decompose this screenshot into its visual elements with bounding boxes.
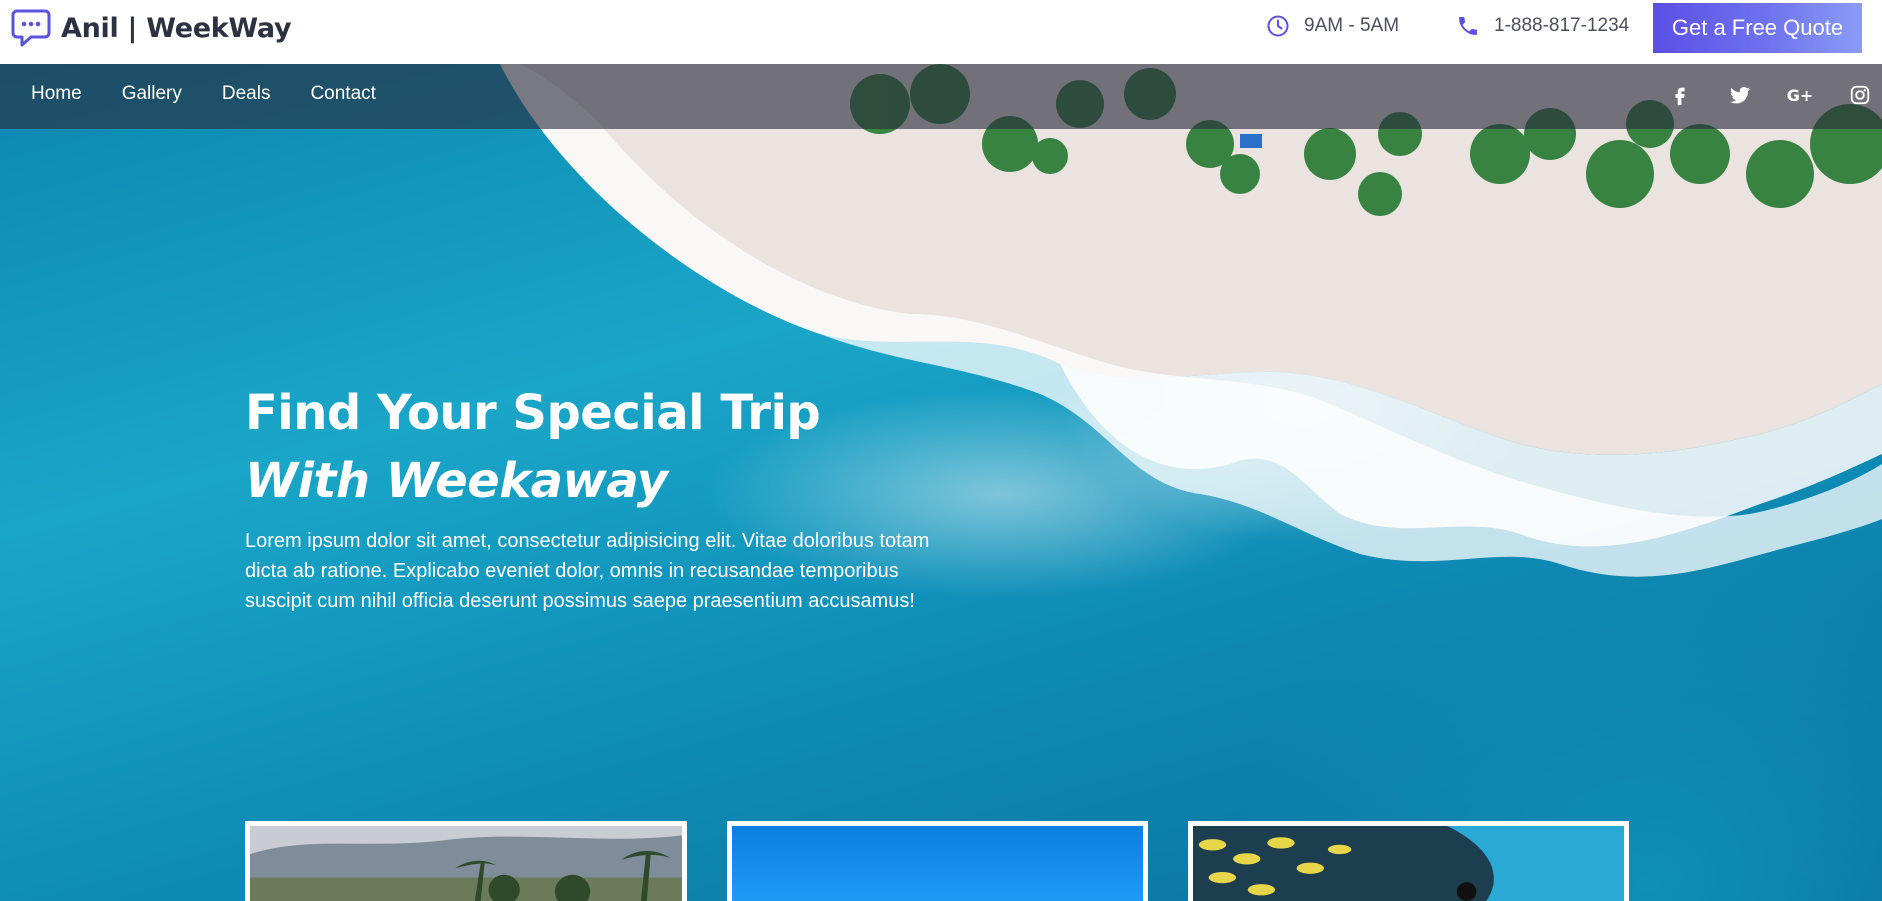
hours-info: 9AM - 5AM [1266,14,1399,38]
hero-text-block: Find Your Special Trip With Weekaway Lor… [245,380,965,616]
phone-icon [1459,17,1477,35]
chat-bubble-icon [11,9,51,47]
palm-beach-image [250,826,682,901]
nav-deals[interactable]: Deals [222,83,271,105]
hours-text: 9AM - 5AM [1304,15,1400,36]
diver-fish-card[interactable] [1188,821,1629,901]
blue-sky-card[interactable] [727,821,1148,901]
blue-sky-image [732,826,1143,901]
brand-name: Anil | WeekWay [61,12,292,44]
hero-description: Lorem ipsum dolor sit amet, consectetur … [245,530,930,612]
clock-icon [1267,15,1289,37]
brand[interactable]: Anil | WeekWay [11,8,292,48]
hero-title: Find Your Special Trip [245,385,821,441]
instagram-icon[interactable] [1848,82,1872,108]
nav-contact[interactable]: Contact [310,83,375,105]
top-header: Anil | WeekWay 9AM - 5AM 1-888-817-1234 … [0,0,1882,64]
get-free-quote-button[interactable]: Get a Free Quote [1653,3,1862,53]
palm-beach-card[interactable] [245,821,687,901]
hero-section: Home Gallery Deals Contact G+ Find Your … [0,64,1882,901]
phone-info[interactable]: 1-888-817-1234 [1456,14,1629,38]
nav-links: Home Gallery Deals Contact [31,83,416,105]
diver-fish-image [1193,826,1624,901]
twitter-icon[interactable] [1728,82,1752,108]
social-links: G+ [1632,82,1872,108]
phone-text: 1-888-817-1234 [1494,15,1630,36]
facebook-icon[interactable] [1668,82,1692,108]
google-plus-icon[interactable]: G+ [1787,82,1814,108]
nav-home[interactable]: Home [31,83,82,105]
main-navigation: Home Gallery Deals Contact G+ [0,64,1882,129]
hero-subtitle: With Weekaway [245,453,668,509]
nav-gallery[interactable]: Gallery [122,83,182,105]
